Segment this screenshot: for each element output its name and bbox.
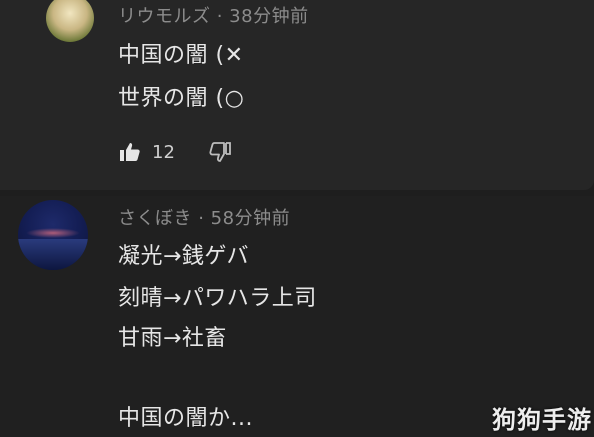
like-count: 12 xyxy=(152,141,175,163)
comment-text-line: 甘雨→社畜 xyxy=(118,326,227,351)
author-name[interactable]: さくぼき xyxy=(118,208,192,229)
comment-text-line: 世界の闇 (○ xyxy=(118,86,245,111)
thumbs-up-icon[interactable] xyxy=(118,140,142,164)
avatar-image-detail xyxy=(26,228,80,238)
comment-actions: 12 xyxy=(118,138,232,166)
watermark: 狗狗手游 xyxy=(492,406,592,434)
comment-time: 58分钟前 xyxy=(210,208,291,229)
avatar-image-detail xyxy=(18,238,88,270)
author-name[interactable]: リウモルズ xyxy=(118,6,211,27)
comment-thread: リウモルズ · 38分钟前 中国の闇 (✕ 世界の闇 (○ 12 さくぼき · … xyxy=(0,0,594,437)
meta-separator: · xyxy=(210,6,230,27)
comment-meta: さくぼき · 58分钟前 xyxy=(118,204,290,230)
comment-meta: リウモルズ · 38分钟前 xyxy=(118,2,309,28)
thumbs-down-icon[interactable] xyxy=(208,140,232,164)
avatar[interactable] xyxy=(18,200,88,270)
comment-text-line: 中国の闇 (✕ xyxy=(118,43,244,68)
meta-separator: · xyxy=(192,208,211,229)
comment-text-line: 中国の闇か... xyxy=(118,406,253,431)
comment-text-line: 凝光→銭ゲバ xyxy=(118,244,249,269)
comment-text-line: 刻晴→パワハラ上司 xyxy=(118,286,317,311)
comment-time: 38分钟前 xyxy=(229,6,309,27)
